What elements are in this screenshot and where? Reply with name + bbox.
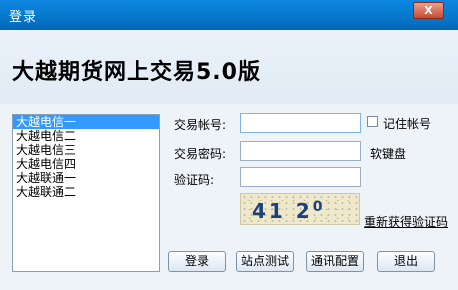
remember-checkbox[interactable]	[367, 116, 378, 127]
captcha-text: 41 20	[252, 199, 326, 223]
login-window: 登录 X 大越期货网上交易5.0版 大越电信一 大越电信二 大越电信三 大越电信…	[0, 0, 458, 290]
window-title: 登录	[9, 10, 38, 25]
server-item[interactable]: 大越电信一	[13, 115, 159, 129]
refresh-captcha-link[interactable]: 重新获得验证码	[364, 213, 448, 230]
title-bar[interactable]: 登录 X	[0, 0, 458, 30]
comm-config-button[interactable]: 通讯配置	[306, 251, 364, 272]
app-heading: 大越期货网上交易5.0版	[12, 60, 261, 85]
captcha-image: 41 20	[240, 193, 360, 225]
account-label: 交易帐号:	[174, 118, 227, 132]
soft-keyboard-link[interactable]: 软键盘	[370, 145, 406, 162]
server-list[interactable]: 大越电信一 大越电信二 大越电信三 大越电信四 大越联通一 大越联通二	[12, 114, 160, 272]
login-button[interactable]: 登录	[168, 251, 226, 272]
server-item[interactable]: 大越电信四	[13, 157, 159, 171]
server-item[interactable]: 大越联通二	[13, 185, 159, 199]
remember-label[interactable]: 记住帐号	[383, 115, 431, 132]
captcha-input[interactable]	[240, 167, 361, 187]
exit-button[interactable]: 退出	[377, 251, 435, 272]
password-input[interactable]	[240, 141, 361, 161]
password-label: 交易密码:	[174, 147, 227, 161]
server-item[interactable]: 大越电信二	[13, 129, 159, 143]
site-test-button[interactable]: 站点测试	[236, 251, 294, 272]
captcha-label: 验证码:	[174, 173, 215, 187]
server-item[interactable]: 大越电信三	[13, 143, 159, 157]
server-item[interactable]: 大越联通一	[13, 171, 159, 185]
close-button[interactable]: X	[413, 2, 444, 19]
account-input[interactable]	[240, 113, 361, 133]
